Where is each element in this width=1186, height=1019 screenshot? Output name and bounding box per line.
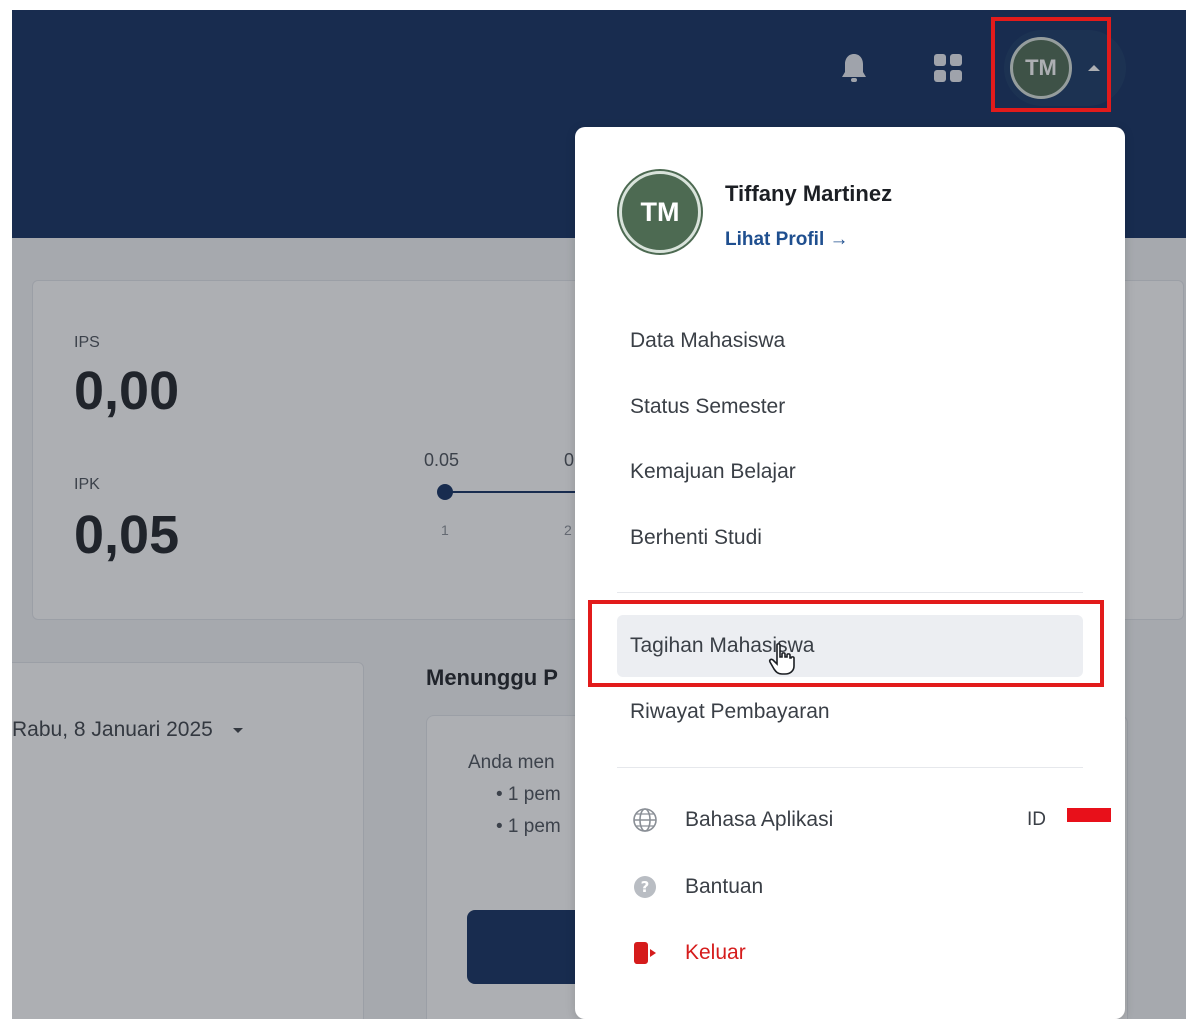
menu-item-riwayat-pembayaran[interactable]: Riwayat Pembayaran: [617, 681, 1083, 743]
menu-item-label: Berhenti Studi: [630, 526, 762, 549]
menu-item-label: Kemajuan Belajar: [630, 460, 796, 483]
user-dropdown-menu: TM Tiffany Martinez Lihat Profil → Data …: [575, 127, 1125, 1019]
help-option[interactable]: ? Bantuan: [617, 862, 1083, 912]
language-label: Bahasa Aplikasi: [685, 808, 834, 831]
menu-item-label: Status Semester: [630, 395, 786, 418]
hand-cursor-icon: [768, 642, 796, 681]
logout-option[interactable]: Keluar: [617, 928, 1083, 978]
globe-icon: [631, 806, 659, 834]
highlight-box-menu-item: [588, 600, 1104, 687]
menu-item-kemajuan-belajar[interactable]: Kemajuan Belajar: [617, 441, 1083, 503]
menu-divider: [617, 592, 1083, 593]
help-icon: ?: [631, 873, 659, 901]
menu-item-label: Riwayat Pembayaran: [630, 700, 830, 723]
profile-avatar: TM: [619, 171, 701, 253]
language-option[interactable]: Bahasa Aplikasi ID: [617, 795, 1111, 845]
profile-name: Tiffany Martinez: [725, 181, 893, 206]
logout-icon: [631, 939, 659, 967]
logout-label: Keluar: [685, 941, 746, 964]
page-frame: TM IPS 0,00 IPK 0,05 0.05 0 1 2 Rabu, 8 …: [12, 10, 1186, 1019]
highlight-box-avatar: [991, 17, 1111, 112]
menu-item-label: Data Mahasiswa: [630, 329, 786, 352]
svg-text:?: ?: [641, 878, 650, 896]
view-profile-link[interactable]: Lihat Profil →: [725, 229, 849, 251]
menu-item-berhenti-studi[interactable]: Berhenti Studi: [617, 507, 1083, 569]
language-code: ID: [1027, 809, 1046, 830]
help-label: Bantuan: [685, 875, 764, 898]
menu-divider: [617, 767, 1083, 768]
flag-icon: [1067, 808, 1111, 822]
menu-item-data-mahasiswa[interactable]: Data Mahasiswa: [617, 310, 1083, 372]
menu-item-status-semester[interactable]: Status Semester: [617, 376, 1083, 438]
